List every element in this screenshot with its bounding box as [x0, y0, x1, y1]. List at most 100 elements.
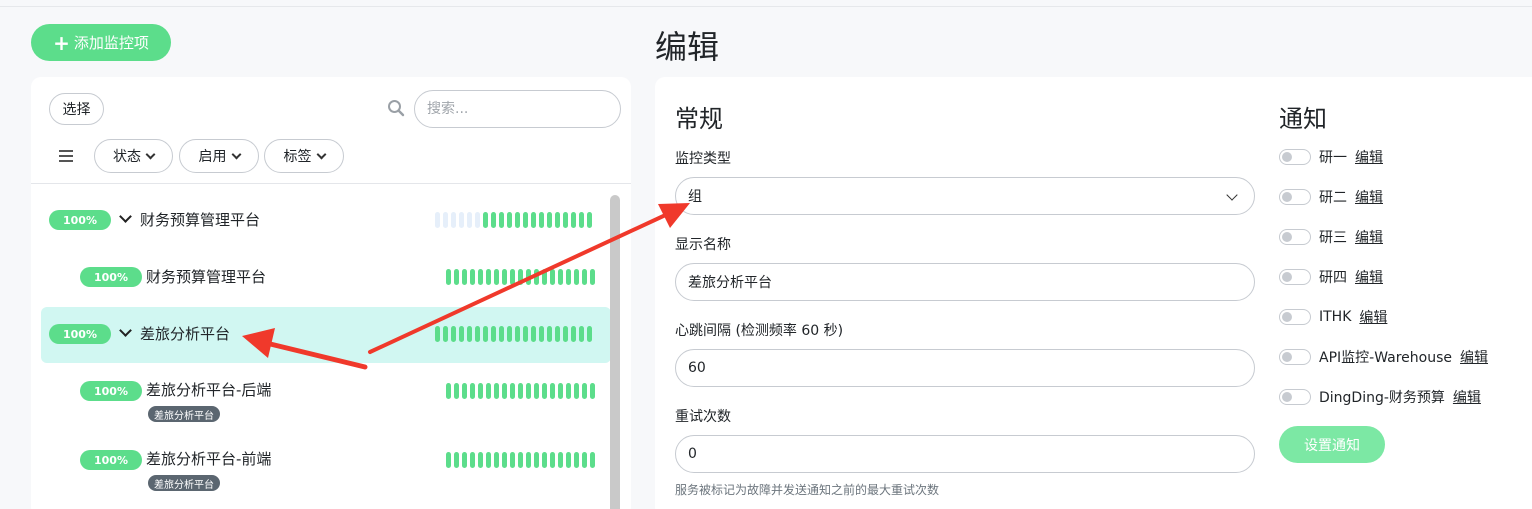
notification-edit-link[interactable]: 编辑: [1355, 267, 1383, 287]
heartbeat-up: [518, 269, 523, 285]
heartbeat-up: [502, 269, 507, 285]
notification-edit-link[interactable]: 编辑: [1355, 187, 1383, 207]
list-divider: [31, 183, 631, 184]
notification-toggle[interactable]: [1279, 269, 1311, 285]
interval-input[interactable]: 60: [675, 349, 1255, 387]
filter-tags[interactable]: 标签: [264, 139, 344, 173]
notification-toggle[interactable]: [1279, 149, 1311, 165]
heartbeat-up: [515, 212, 520, 228]
notification-item: ITHK 编辑: [1279, 307, 1387, 327]
notification-edit-link[interactable]: 编辑: [1460, 347, 1488, 367]
heartbeat-up: [534, 383, 539, 399]
heartbeat-up: [574, 269, 579, 285]
heartbeat-up: [515, 326, 520, 342]
heartbeat-up: [462, 383, 467, 399]
monitor-name: 财务预算管理平台: [146, 268, 267, 286]
list-scrollbar[interactable]: [610, 195, 620, 509]
heartbeat-up: [510, 452, 515, 468]
notification-edit-link[interactable]: 编辑: [1453, 387, 1481, 407]
heartbeat-up: [446, 269, 451, 285]
heartbeat-up: [539, 212, 544, 228]
chevron-down-icon[interactable]: [119, 324, 132, 337]
notification-toggle[interactable]: [1279, 309, 1311, 325]
notification-edit-link[interactable]: 编辑: [1355, 147, 1383, 167]
notification-edit-link[interactable]: 编辑: [1359, 307, 1387, 327]
retries-hint: 服务被标记为故障并发送通知之前的最大重试次数: [675, 483, 940, 497]
filter-active[interactable]: 启用: [179, 139, 259, 173]
add-monitor-button[interactable]: + 添加监控项: [31, 24, 171, 61]
heartbeat-up: [582, 452, 587, 468]
notification-edit-link[interactable]: 编辑: [1355, 227, 1383, 247]
filter-status[interactable]: 状态: [94, 139, 173, 173]
notification-name: 研二: [1319, 190, 1347, 206]
heartbeat-up: [542, 383, 547, 399]
heartbeat-up: [435, 326, 440, 342]
monitor-row[interactable]: 100% 差旅分析平台-前端 差旅分析平台: [41, 433, 611, 491]
page-title: 编辑: [655, 28, 720, 66]
display-name-value: 差旅分析平台: [688, 275, 772, 291]
monitor-list-panel: 选择 状态 启用 标签 100% 财务预算管理平台 100% 财务预算管理平台 …: [31, 77, 631, 509]
interval-value: 60: [688, 360, 706, 376]
notification-toggle[interactable]: [1279, 389, 1311, 405]
heartbeat-up: [566, 452, 571, 468]
heartbeat-up: [454, 269, 459, 285]
setup-notification-button[interactable]: 设置通知: [1279, 426, 1385, 463]
uptime-badge: 100%: [49, 210, 111, 230]
heartbeat-up: [587, 212, 592, 228]
list-menu-icon[interactable]: [59, 150, 73, 165]
heartbeat-up: [574, 452, 579, 468]
monitor-type-select[interactable]: 组: [675, 177, 1255, 215]
monitor-row[interactable]: 100% 财务预算管理平台: [41, 192, 611, 248]
top-divider: [0, 6, 1532, 7]
notification-name: API监控-Warehouse: [1319, 350, 1453, 366]
monitor-row[interactable]: 100% 财务预算管理平台: [41, 249, 611, 305]
notification-item: 研四 编辑: [1279, 267, 1383, 287]
filter-tags-label: 标签: [283, 149, 312, 165]
notification-item: API监控-Warehouse 编辑: [1279, 347, 1488, 367]
notification-toggle[interactable]: [1279, 229, 1311, 245]
notification-toggle[interactable]: [1279, 349, 1311, 365]
filter-status-label: 状态: [113, 149, 141, 165]
heartbeat-up: [555, 326, 560, 342]
heartbeat-up: [518, 452, 523, 468]
heartbeat-up: [539, 326, 544, 342]
heartbeat-up: [566, 269, 571, 285]
display-name-input[interactable]: 差旅分析平台: [675, 263, 1255, 301]
heartbeat-up: [574, 383, 579, 399]
heartbeat-empty: [467, 212, 472, 228]
heartbeat-up: [558, 383, 563, 399]
notifications-section-title: 通知: [1279, 105, 1327, 133]
heartbeat-up: [494, 269, 499, 285]
heartbeat-up: [523, 212, 528, 228]
heartbeat-up: [563, 326, 568, 342]
add-monitor-label: 添加监控项: [73, 34, 149, 52]
heartbeat-up: [582, 269, 587, 285]
retries-input[interactable]: 0: [675, 435, 1255, 473]
notification-name: 研一: [1319, 150, 1347, 166]
retries-label: 重试次数: [675, 409, 731, 425]
notification-toggle[interactable]: [1279, 189, 1311, 205]
heartbeat-up: [587, 326, 592, 342]
heartbeat-up: [542, 452, 547, 468]
search-input[interactable]: [414, 90, 621, 128]
heartbeat-up: [478, 269, 483, 285]
monitor-row[interactable]: 100% 差旅分析平台-后端 差旅分析平台: [41, 364, 611, 422]
chevron-down-icon[interactable]: [119, 210, 132, 223]
edit-form-panel: 常规 监控类型 组 显示名称 差旅分析平台 心跳间隔 (检测频率 60 秒) 6…: [655, 77, 1532, 509]
heartbeat-up: [478, 452, 483, 468]
notification-name: 研四: [1319, 270, 1347, 286]
heartbeat-up: [590, 452, 595, 468]
monitor-name: 差旅分析平台: [140, 325, 231, 343]
heartbeat-up: [558, 269, 563, 285]
heartbeat-empty: [435, 212, 440, 228]
select-button[interactable]: 选择: [49, 93, 104, 125]
monitor-row-active[interactable]: 100% 差旅分析平台: [41, 307, 611, 363]
heartbeat-up: [443, 326, 448, 342]
heartbeat-up: [571, 212, 576, 228]
notification-name: 研三: [1319, 230, 1347, 246]
heartbeat-up: [475, 326, 480, 342]
heartbeat-up: [566, 383, 571, 399]
group-tag: 差旅分析平台: [148, 406, 220, 422]
heartbeat-up: [467, 326, 472, 342]
heartbeat-up: [483, 326, 488, 342]
